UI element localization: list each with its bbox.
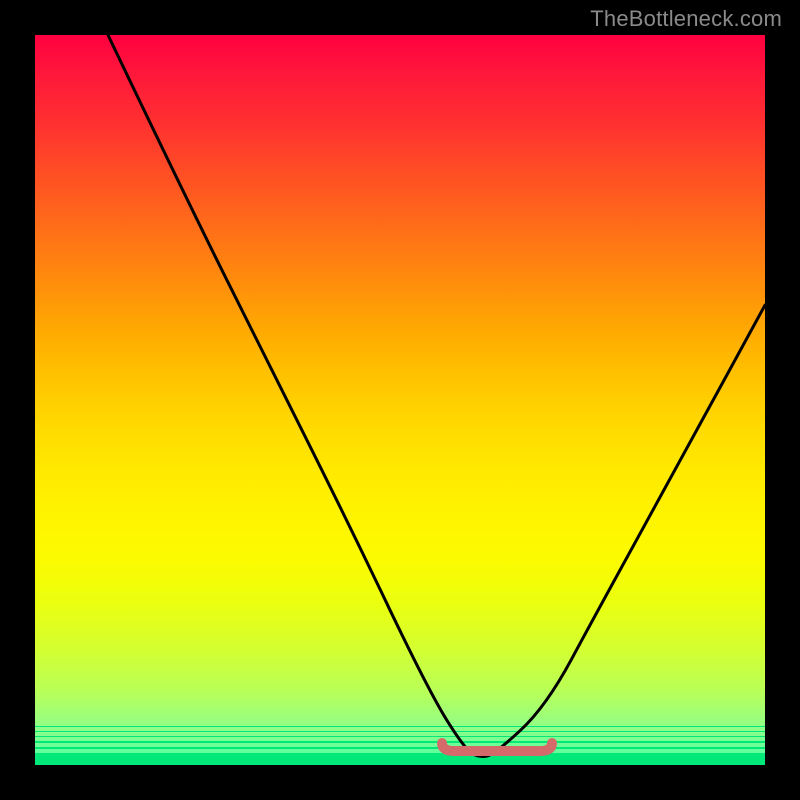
bottleneck-curve <box>108 35 765 756</box>
chart-frame: TheBottleneck.com <box>0 0 800 800</box>
watermark-text: TheBottleneck.com <box>590 6 782 32</box>
bottleneck-chart <box>35 35 765 765</box>
sweet-spot-segment <box>442 743 552 751</box>
gradient-plot-area <box>35 35 765 765</box>
